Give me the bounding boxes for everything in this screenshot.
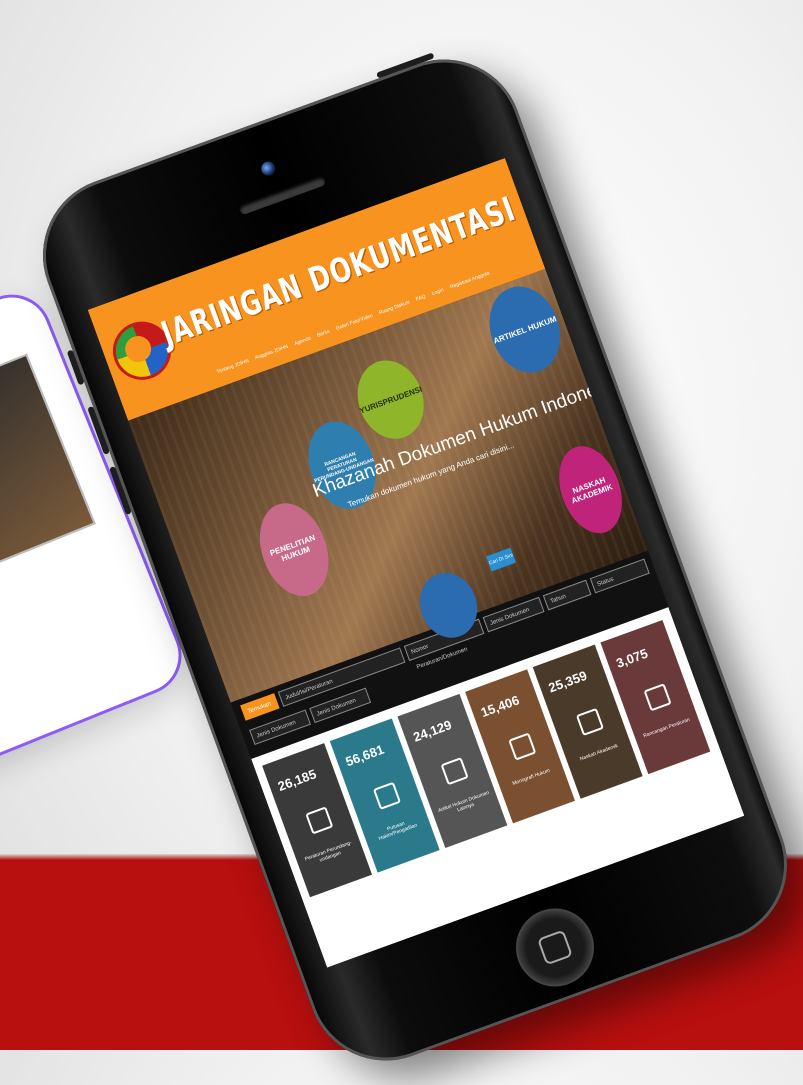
nav-item-berita[interactable]: Berita [316,329,330,339]
card-count: 56,681 [343,741,386,770]
card-count: 25,359 [546,667,589,696]
pen-icon [643,683,672,712]
bubble-penelitian-hukum[interactable]: PENELITIAN HUKUM [247,493,341,606]
home-square-icon [537,929,573,966]
card-count: 15,406 [478,692,522,721]
background-phone-screen [0,353,96,571]
card-label: Rancangan Peraturan [642,716,691,740]
card-label: Naskah Akademik [579,743,619,763]
nav-item-registrasi[interactable]: Registrasi Anggota [449,270,491,290]
card-count: 3,075 [614,645,650,671]
building-icon [305,806,334,835]
card-label: Putusan Hakim/Pengadilan [377,820,419,842]
book-icon [508,732,537,761]
card-count: 26,185 [275,766,319,794]
phone-screen: JARINGAN DOKUMENTASI DAN INFORMASI HUKUM… [87,157,745,968]
scroll-icon [575,707,605,737]
hero-search-button[interactable]: Cari Di Sini [486,547,516,572]
document-icon [440,757,469,786]
search-button[interactable]: Temukan [240,693,280,721]
nav-item-diskusi[interactable]: Ruang Diskusi [378,299,410,316]
nav-item-galeri[interactable]: Galeri Foto/Video [335,313,374,332]
card-label: Peraturan Perundang-undangan [304,839,353,864]
nav-item-agenda[interactable]: Agenda [294,335,312,347]
card-label: Artikel Hukum Dokumen Lainnya [437,789,491,814]
nav-item-faq[interactable]: FAQ [415,294,426,303]
nav-item-tentang[interactable]: Tentang JDIHN [216,358,250,375]
gavel-icon [372,781,402,810]
nav-item-login[interactable]: Login [431,287,445,297]
card-count: 24,129 [411,717,454,745]
nav-item-anggota[interactable]: Anggota JDIHN [254,344,289,362]
card-label: Monografi Hukum [511,767,551,787]
